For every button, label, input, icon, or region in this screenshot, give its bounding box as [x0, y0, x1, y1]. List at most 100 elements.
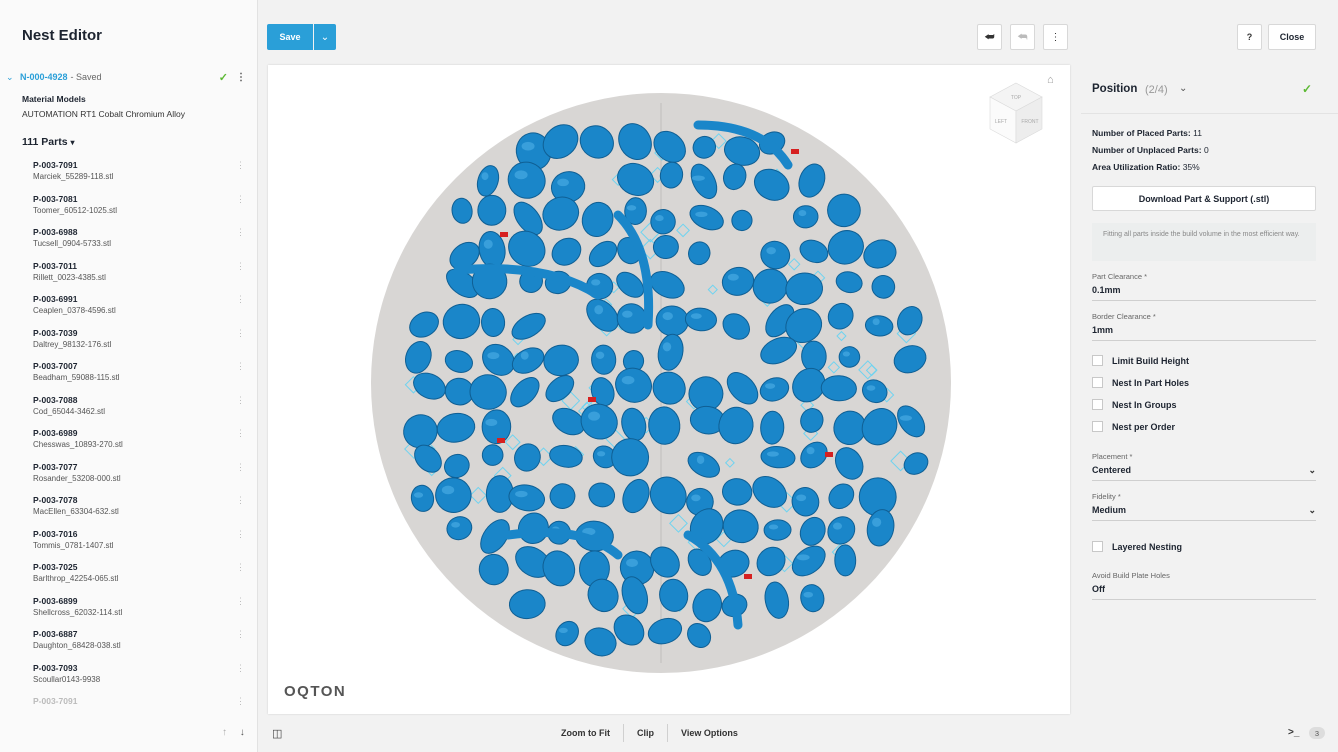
part-filename: Barlthrop_42254-065.stl	[33, 574, 119, 583]
part-list-item[interactable]: P-003-7081 Toomer_60512-1025.stl ⋮	[0, 190, 258, 224]
help-button[interactable]: ?	[1237, 24, 1262, 50]
avoid-build-plate-holes-select[interactable]: Off	[1092, 584, 1316, 600]
nest-in-groups-checkbox[interactable]: Nest In Groups	[1092, 399, 1177, 410]
part-filename: MacEllen_63304-632.stl	[33, 507, 119, 516]
undo-button[interactable]: ⮨	[977, 24, 1002, 50]
checkbox-box[interactable]	[1092, 399, 1103, 410]
cube-left-label[interactable]: LEFT	[995, 119, 1007, 125]
part-filename: Rillett_0023-4385.stl	[33, 272, 106, 282]
part-id: P-003-6988	[33, 227, 78, 237]
part-clearance-field[interactable]: 0.1mm	[1092, 285, 1316, 301]
part-list-item[interactable]: P-003-6988 Tucsell_0904-5733.stl ⋮	[0, 223, 258, 257]
part-menu-icon[interactable]: ⋮	[236, 529, 245, 540]
part-list-item[interactable]: P-003-7025 Barlthrop_42254-065.stl ⋮	[0, 558, 258, 592]
part-menu-icon[interactable]: ⋮	[236, 227, 245, 238]
part-menu-icon[interactable]: ⋮	[236, 361, 245, 372]
chevron-down-icon: ⌄	[320, 31, 330, 43]
part-list-item[interactable]: P-003-6991 Ceaplen_0378-4596.stl ⋮	[0, 290, 258, 324]
part-filename: Ceaplen_0378-4596.stl	[33, 306, 116, 315]
nest-in-part-holes-checkbox[interactable]: Nest In Part Holes	[1092, 377, 1189, 388]
placement-select[interactable]: Centered ⌄	[1092, 465, 1316, 481]
part-highlight	[768, 524, 779, 530]
parts-list[interactable]: P-003-7091 Marciek_55289-118.stl ⋮ P-003-70…	[0, 156, 258, 706]
part-list-item[interactable]: P-003-7078 MacEllen_63304-632.stl ⋮	[0, 491, 258, 525]
part-menu-icon[interactable]: ⋮	[236, 663, 245, 674]
part-menu-icon[interactable]: ⋮	[236, 160, 245, 171]
checkbox-box[interactable]	[1092, 421, 1103, 432]
part-list-item[interactable]: P-003-7093 Scoullar0143-9938 ⋮	[0, 659, 258, 693]
checkbox-box[interactable]	[1092, 377, 1103, 388]
job-row[interactable]: ⌄ N-000-4928 - Saved ✓ ⋮	[6, 70, 250, 84]
close-button[interactable]: Close	[1268, 24, 1316, 50]
part-filename: Daughton_68428-038.stl	[33, 641, 121, 650]
part-list-item[interactable]: P-003-7039 Daltrey_98132-176.stl ⋮	[0, 324, 258, 358]
parts-header[interactable]: 111 Parts ▾	[22, 136, 74, 148]
part-menu-icon[interactable]: ⋮	[236, 562, 245, 573]
part-list-item[interactable]: P-003-7007 Beadham_59088-115.stl ⋮	[0, 357, 258, 391]
fidelity-label: Fidelity *	[1092, 492, 1121, 501]
part-id: P-003-7078	[33, 495, 78, 505]
cube-top-label[interactable]: TOP	[1011, 95, 1022, 101]
part-menu-icon[interactable]: ⋮	[236, 395, 245, 406]
part-highlight	[626, 205, 637, 211]
redo-button[interactable]: ⮪	[1010, 24, 1035, 50]
nest-per-order-checkbox[interactable]: Nest per Order	[1092, 421, 1175, 432]
cube-front-label[interactable]: FRONT	[1021, 119, 1038, 125]
build-plate-canvas[interactable]	[268, 65, 1070, 714]
border-clearance-field[interactable]: 1mm	[1092, 325, 1316, 341]
chevron-down-icon[interactable]: ⌄	[6, 72, 20, 83]
part-id: P-003-6991	[33, 294, 78, 304]
clip-button[interactable]: Clip	[624, 728, 667, 738]
more-button[interactable]: ⋮	[1043, 24, 1068, 50]
part-list-item[interactable]: P-003-6989 Chesswas_10893-270.stl ⋮	[0, 424, 258, 458]
view-options-button[interactable]: View Options	[668, 728, 751, 738]
part-menu-icon[interactable]: ⋮	[236, 261, 245, 272]
fidelity-select[interactable]: Medium ⌄	[1092, 505, 1316, 521]
caret-down-icon[interactable]: ▾	[70, 138, 74, 147]
console-icon[interactable]: >_	[1288, 727, 1299, 738]
part-list-item[interactable]: P-003-7088 Cod_65044-3462.stl ⋮	[0, 391, 258, 425]
part-highlight	[515, 490, 528, 498]
arrow-up-icon[interactable]: ↑	[222, 727, 227, 738]
part-menu-icon[interactable]: ⋮	[236, 629, 245, 640]
checkbox-box[interactable]	[1092, 541, 1103, 552]
part-list-item[interactable]: P-003-7011 Rillett_0023-4385.stl ⋮	[0, 257, 258, 291]
part-menu-icon[interactable]: ⋮	[236, 462, 245, 473]
part-menu-icon[interactable]: ⋮	[236, 428, 245, 439]
part-list-item[interactable]: P-003-7016 Tommis_0781-1407.stl ⋮	[0, 525, 258, 559]
download-part-support-button[interactable]: Download Part & Support (.stl)	[1092, 186, 1316, 211]
checkbox-box[interactable]	[1092, 355, 1103, 366]
avoid-build-plate-holes-label: Avoid Build Plate Holes	[1092, 571, 1170, 580]
home-icon[interactable]: ⌂	[1047, 74, 1054, 86]
viewport-tools: Zoom to Fit Clip View Options	[548, 722, 751, 744]
warning-marker	[497, 438, 505, 443]
part-highlight	[899, 415, 912, 421]
chevron-down-icon: ⌄	[1308, 505, 1316, 515]
part-menu-icon[interactable]: ⋮	[236, 696, 245, 706]
part-list-item[interactable]: P-003-7091 ⋮	[0, 692, 258, 706]
part-menu-icon[interactable]: ⋮	[236, 294, 245, 305]
part-list-item[interactable]: P-003-6887 Daughton_68428-038.stl ⋮	[0, 625, 258, 659]
view-cube[interactable]: TOP LEFT FRONT	[986, 79, 1046, 149]
save-button[interactable]: Save	[267, 24, 313, 50]
arrow-down-icon[interactable]: ↓	[240, 727, 245, 738]
limit-build-height-checkbox[interactable]: Limit Build Height	[1092, 355, 1189, 366]
part-id: P-003-7081	[33, 193, 78, 204]
part-list-item[interactable]: P-003-7077 Rosander_53208-000.stl ⋮	[0, 458, 258, 492]
build-plate-viewport[interactable]: ⌂ TOP LEFT FRONT OQTON	[268, 65, 1070, 714]
part-list-item[interactable]: P-003-7091 Marciek_55289-118.stl ⋮	[0, 156, 258, 190]
panel-toggle-icon[interactable]: ◫	[272, 727, 282, 740]
job-menu-icon[interactable]: ⋮	[236, 72, 246, 83]
unplaced-parts-label: Number of Unplaced Parts:	[1092, 145, 1202, 155]
part-list-item[interactable]: P-003-6899 Shellcross_62032-114.stl ⋮	[0, 592, 258, 626]
part-menu-icon[interactable]: ⋮	[236, 194, 245, 205]
part-menu-icon[interactable]: ⋮	[236, 495, 245, 506]
part-menu-icon[interactable]: ⋮	[236, 328, 245, 339]
part-menu-icon[interactable]: ⋮	[236, 596, 245, 607]
part-highlight	[796, 554, 810, 561]
zoom-to-fit-button[interactable]: Zoom to Fit	[548, 728, 623, 738]
layered-nesting-checkbox[interactable]: Layered Nesting	[1092, 541, 1182, 552]
chevron-down-icon[interactable]: ⌄	[1179, 83, 1187, 94]
fidelity-value: Medium	[1092, 505, 1127, 515]
save-dropdown-button[interactable]: ⌄	[314, 24, 336, 50]
